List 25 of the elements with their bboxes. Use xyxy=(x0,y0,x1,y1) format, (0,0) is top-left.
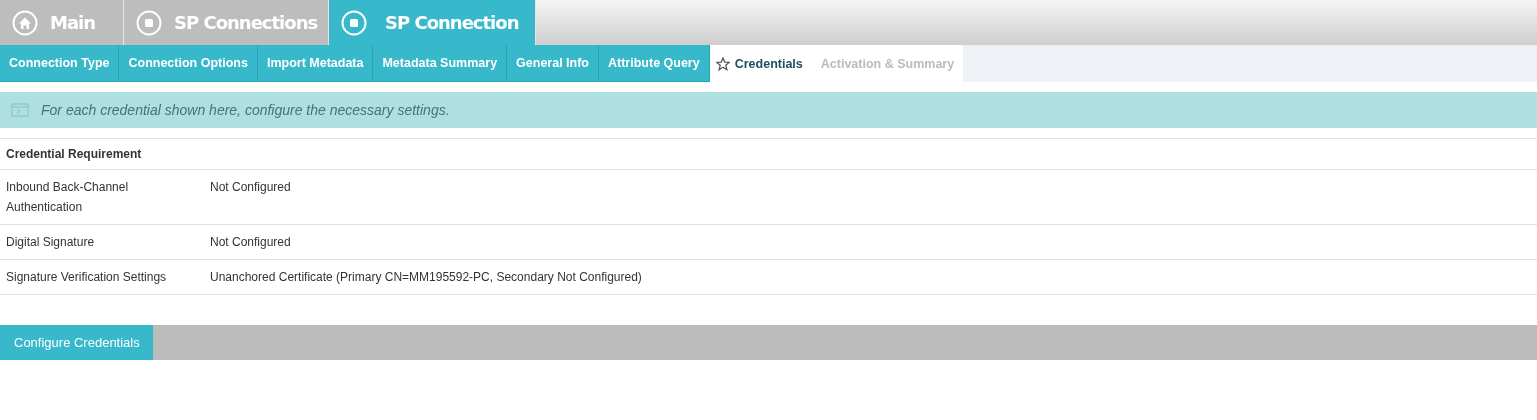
step-tab[interactable]: Connection Type xyxy=(0,45,120,82)
stop-icon xyxy=(136,9,162,36)
table-cell: Unanchored Certificate (Primary CN=MM195592-PC, Secondary Not Configured) xyxy=(210,270,642,284)
step-tab[interactable]: Import Metadata xyxy=(257,45,374,82)
table-cell: Inbound Back-Channel Authentication xyxy=(6,180,129,214)
table-cell: Signature Verification Settings xyxy=(6,270,167,284)
step-tab[interactable]: Metadata Summary xyxy=(373,45,508,82)
star-icon xyxy=(715,56,730,71)
breadcrumb-tab[interactable]: SP Connection xyxy=(329,0,536,45)
configure-credentials-button[interactable]: Configure Credentials xyxy=(0,325,153,360)
info-message: For each credential shown here, configure the necessary settings. xyxy=(41,102,450,118)
step-tab[interactable]: Attribute Query xyxy=(599,45,710,82)
message-icon xyxy=(11,103,29,117)
step-tab[interactable]: General Info xyxy=(507,45,599,82)
table-cell: Digital Signature xyxy=(6,235,95,249)
table-cell: Not Configured xyxy=(210,180,291,194)
table-cell: Not Configured xyxy=(210,235,291,249)
stop-icon xyxy=(341,9,367,36)
step-tab[interactable]: Credentials xyxy=(709,45,812,82)
step-tab[interactable]: Activation & Summary xyxy=(811,45,964,82)
table-header: Credential Requirement xyxy=(6,147,142,161)
home-icon xyxy=(12,9,38,36)
breadcrumb-tab[interactable]: SP Connections xyxy=(124,0,329,45)
step-tab[interactable]: Connection Options xyxy=(119,45,258,82)
breadcrumb-tab[interactable]: Main xyxy=(0,0,124,45)
